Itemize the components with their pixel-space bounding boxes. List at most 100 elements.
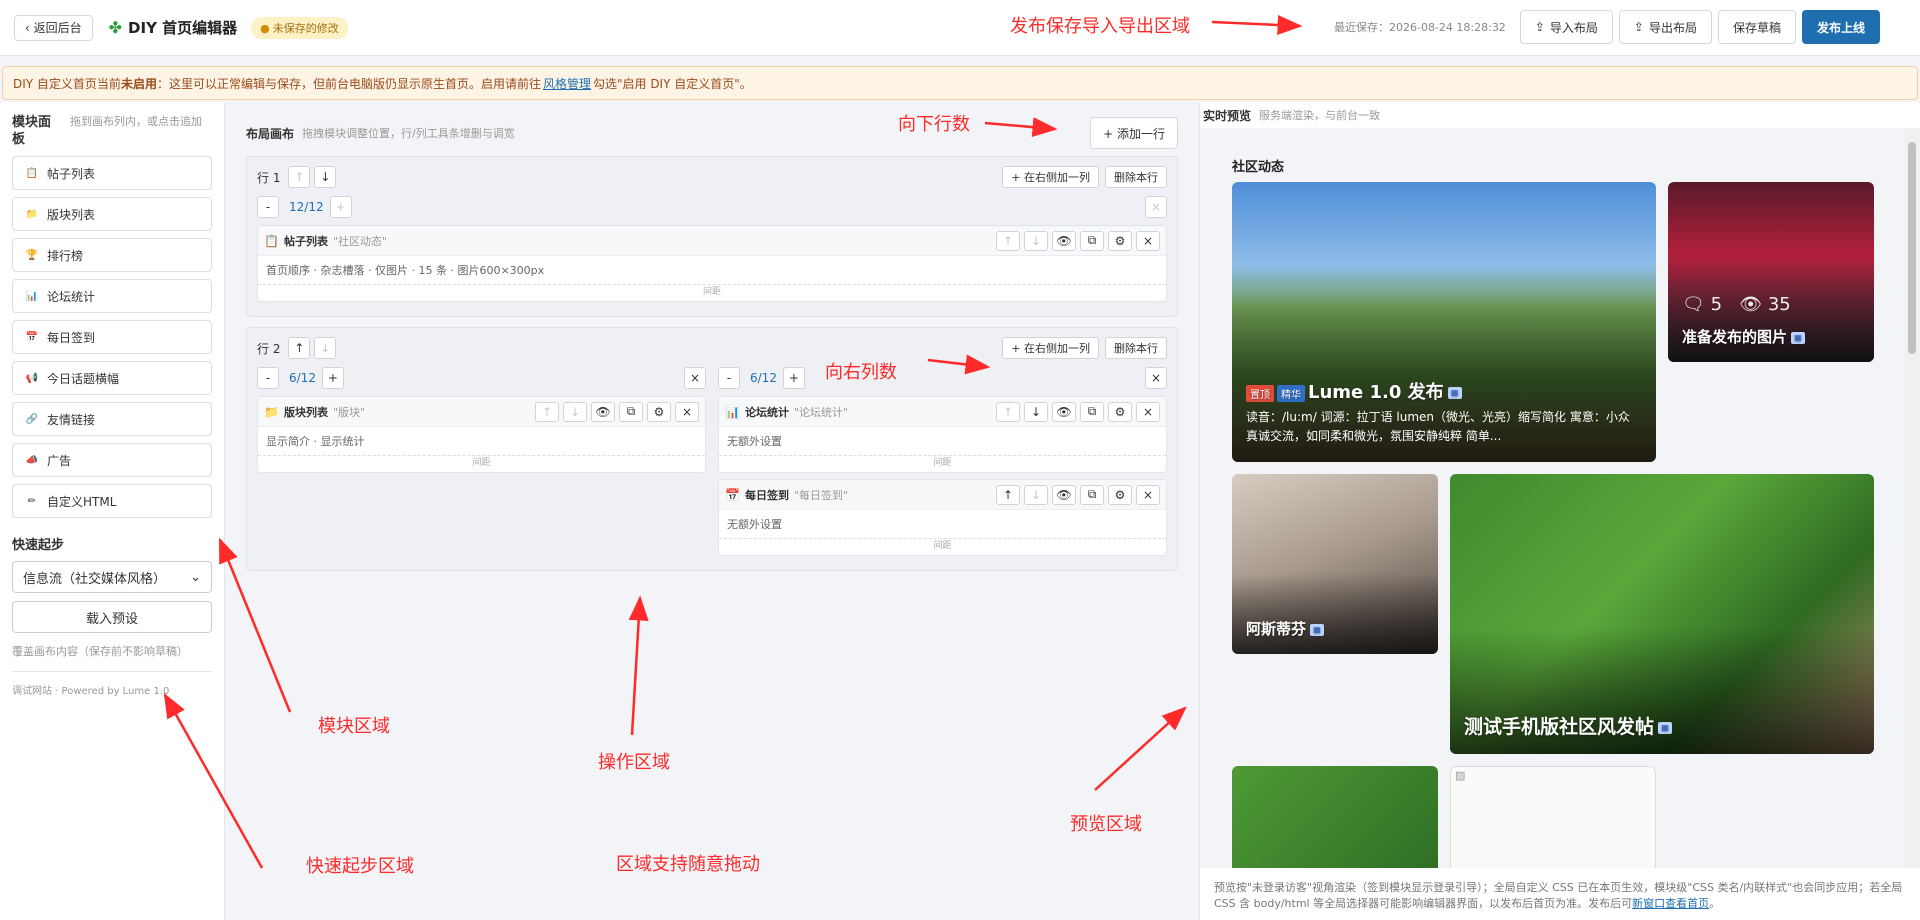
eye-icon[interactable]: 👁	[1052, 230, 1076, 251]
module-item[interactable]: 📢 今日话题横幅	[12, 361, 212, 395]
close-icon[interactable]: ×	[1145, 196, 1167, 218]
module-item-label: 友情链接	[47, 412, 96, 427]
module-item[interactable]: 📋 帖子列表	[12, 156, 212, 190]
move-up-icon[interactable]: ↑	[535, 401, 559, 422]
post-card[interactable]: 置顶 精华 Lume 1.0 发布 ▦ 读音：/lu:m/ 词源：拉丁语 lumen（…	[1232, 182, 1656, 462]
module-panel: 模块面板 拖到画布列内，或点击追加 📋 帖子列表 📁 版块列表 🏆 排行榜 📊 论坛统计 📅 每日…	[0, 102, 225, 920]
column-toolbar: - 12/12 + ×	[257, 195, 1167, 219]
module-block[interactable]: 📊 论坛统计 "论坛统计" ↑ ↓ 👁 ⧉ ⚙ × 无额外设置 间距	[718, 396, 1167, 473]
move-up-icon[interactable]: ↑	[996, 230, 1020, 251]
narrow-column-button[interactable]: -	[257, 196, 279, 218]
import-layout-button[interactable]: ⇪ 导入布局	[1519, 10, 1613, 44]
module-item[interactable]: 🔗 友情链接	[12, 402, 212, 436]
gear-icon[interactable]: ⚙	[1108, 401, 1132, 422]
copy-icon[interactable]: ⧉	[1080, 401, 1104, 422]
module-item[interactable]: 📊 论坛统计	[12, 279, 212, 313]
close-icon[interactable]: ×	[1145, 367, 1167, 389]
export-layout-button[interactable]: ⇪ 导出布局	[1618, 10, 1712, 44]
post-excerpt: 读音：/lu:m/ 词源：拉丁语 lumen（微光、光亮）缩写简化 寓意：小众真…	[1246, 410, 1630, 443]
annotation-quickstart: 快速起步区域	[306, 856, 414, 877]
delete-row-button[interactable]: 删除本行	[1105, 337, 1167, 359]
eye-icon[interactable]: 👁	[1052, 401, 1076, 422]
post-card[interactable]: 测试手机版社区风发帖 ▦	[1450, 474, 1874, 754]
style-manage-link[interactable]: 风格管理	[543, 75, 591, 92]
add-column-button[interactable]: + 在右侧加一列	[1002, 337, 1099, 359]
close-icon[interactable]: ×	[1136, 484, 1160, 505]
copy-icon[interactable]: ⧉	[619, 401, 643, 422]
module-item[interactable]: 🏆 排行榜	[12, 238, 212, 272]
close-icon[interactable]: ×	[684, 367, 706, 389]
move-down-icon[interactable]: ↓	[1024, 401, 1048, 422]
move-up-icon[interactable]: ↑	[288, 337, 311, 359]
load-preset-button[interactable]: 载入预设	[12, 601, 212, 633]
app-title-text: DIY 首页编辑器	[128, 19, 238, 37]
module-block[interactable]: 📁 版块列表 "版块" ↑ ↓ 👁 ⧉ ⚙ × 显示简介 · 显示统计 间距	[257, 396, 706, 473]
move-down-icon[interactable]: ↓	[1024, 484, 1048, 505]
module-item[interactable]: 📅 每日签到	[12, 320, 212, 354]
canvas-column[interactable]: - 12/12 + × 📋 帖子列表 "社区动态" ↑ ↓ 👁 ⧉ ⚙ × 首页…	[257, 195, 1167, 308]
save-draft-button[interactable]: 保存草稿	[1717, 10, 1796, 44]
move-up-icon[interactable]: ↑	[996, 484, 1020, 505]
gear-icon[interactable]: ⚙	[1108, 230, 1132, 251]
add-row-button[interactable]: + 添加一行	[1090, 117, 1178, 149]
bar-chart-icon: 📊	[725, 404, 740, 419]
move-down-icon[interactable]: ↓	[563, 401, 587, 422]
widen-column-button[interactable]: +	[329, 196, 352, 218]
preview-frame[interactable]: 社区动态 置顶 精华 Lume 1.0 发布 ▦ 读音：/lu:m/ 词源：拉丁语 l…	[1200, 128, 1905, 868]
post-card-title: 置顶 精华 Lume 1.0 发布 ▦	[1246, 378, 1462, 404]
eye-icon[interactable]: 👁	[591, 401, 615, 422]
puzzle-icon: ✤	[108, 18, 123, 37]
post-card[interactable]	[1232, 766, 1438, 868]
broken-image-card[interactable]: ▨	[1450, 766, 1656, 868]
module-block[interactable]: 📋 帖子列表 "社区动态" ↑ ↓ 👁 ⧉ ⚙ × 首页顺序 · 杂志槽落 · …	[257, 225, 1167, 302]
clipboard-icon: 📋	[264, 233, 279, 248]
canvas-row[interactable]: 行 1 ↑ ↓ + 在右侧加一列 删除本行 - 12/12 + × 📋 帖子列表…	[246, 156, 1178, 317]
widen-column-button[interactable]: +	[321, 367, 344, 389]
close-icon[interactable]: ×	[675, 401, 699, 422]
move-down-icon[interactable]: ↓	[314, 166, 337, 188]
module-item-label: 自定义HTML	[47, 494, 117, 509]
image-icon: ▦	[1791, 331, 1806, 344]
module-item-label: 帖子列表	[47, 166, 96, 181]
module-item[interactable]: 📁 版块列表	[12, 197, 212, 231]
open-homepage-link[interactable]: 新窗口查看首页	[1632, 897, 1709, 910]
close-icon[interactable]: ×	[1136, 230, 1160, 251]
publish-button[interactable]: 发布上线	[1801, 10, 1880, 44]
eye-icon[interactable]: 👁	[1052, 484, 1076, 505]
preview-note: 预览按"未登录访客"视角渲染（签到模块显示登录引导）；全局自定义 CSS 已在本…	[1214, 880, 1904, 912]
image-icon: ▦	[1447, 387, 1462, 399]
post-card[interactable]: 🗨 5 👁 35 准备发布的图片 ▦	[1668, 182, 1874, 362]
scrollbar-thumb[interactable]	[1908, 142, 1916, 354]
block-summary: 无额外设置	[719, 427, 1166, 456]
move-down-icon[interactable]: ↓	[1024, 230, 1048, 251]
add-column-button[interactable]: + 在右侧加一列	[1002, 166, 1099, 188]
narrow-column-button[interactable]: -	[718, 367, 740, 389]
move-up-icon[interactable]: ↑	[996, 401, 1020, 422]
featured-badge: 精华	[1277, 384, 1305, 402]
gear-icon[interactable]: ⚙	[647, 401, 671, 422]
block-summary: 无额外设置	[719, 510, 1166, 539]
preset-select[interactable]: 信息流（社交媒体风格） ⌄	[12, 561, 212, 593]
close-icon[interactable]: ×	[1136, 401, 1160, 422]
narrow-column-button[interactable]: -	[257, 367, 279, 389]
back-button[interactable]: ‹ 返回后台	[14, 14, 93, 41]
canvas-column[interactable]: - 6/12 + × 📁 版块列表 "版块" ↑ ↓ 👁 ⧉ ⚙ × 显示简介 …	[257, 366, 706, 562]
post-card[interactable]: 阿斯蒂芬 ▦	[1232, 474, 1438, 654]
copy-icon[interactable]: ⧉	[1080, 484, 1104, 505]
annotation-publish: 发布保存导入导出区域	[1010, 16, 1190, 37]
module-item[interactable]: ✏ 自定义HTML	[12, 484, 212, 518]
view-count: 35	[1767, 294, 1791, 315]
copy-icon[interactable]: ⧉	[1080, 230, 1104, 251]
row-label: 行 1	[257, 170, 281, 185]
widen-column-button[interactable]: +	[782, 367, 805, 389]
module-item[interactable]: 📣 广告	[12, 443, 212, 477]
canvas-column[interactable]: - 6/12 + × 📊 论坛统计 "论坛统计" ↑ ↓ 👁 ⧉ ⚙ × 无额外…	[718, 366, 1167, 562]
preview-scrollbar[interactable]	[1904, 128, 1920, 868]
move-down-icon[interactable]: ↓	[314, 337, 337, 359]
post-card-title: 测试手机版社区风发帖 ▦	[1464, 712, 1673, 739]
module-block[interactable]: 📅 每日签到 "每日签到" ↑ ↓ 👁 ⧉ ⚙ × 无额外设置 间距	[718, 479, 1167, 556]
gear-icon[interactable]: ⚙	[1108, 484, 1132, 505]
canvas-row[interactable]: 行 2 ↑ ↓ + 在右侧加一列 删除本行 - 6/12 + × 📁 版块列表 …	[246, 327, 1178, 571]
move-up-icon[interactable]: ↑	[288, 166, 311, 188]
delete-row-button[interactable]: 删除本行	[1105, 166, 1167, 188]
